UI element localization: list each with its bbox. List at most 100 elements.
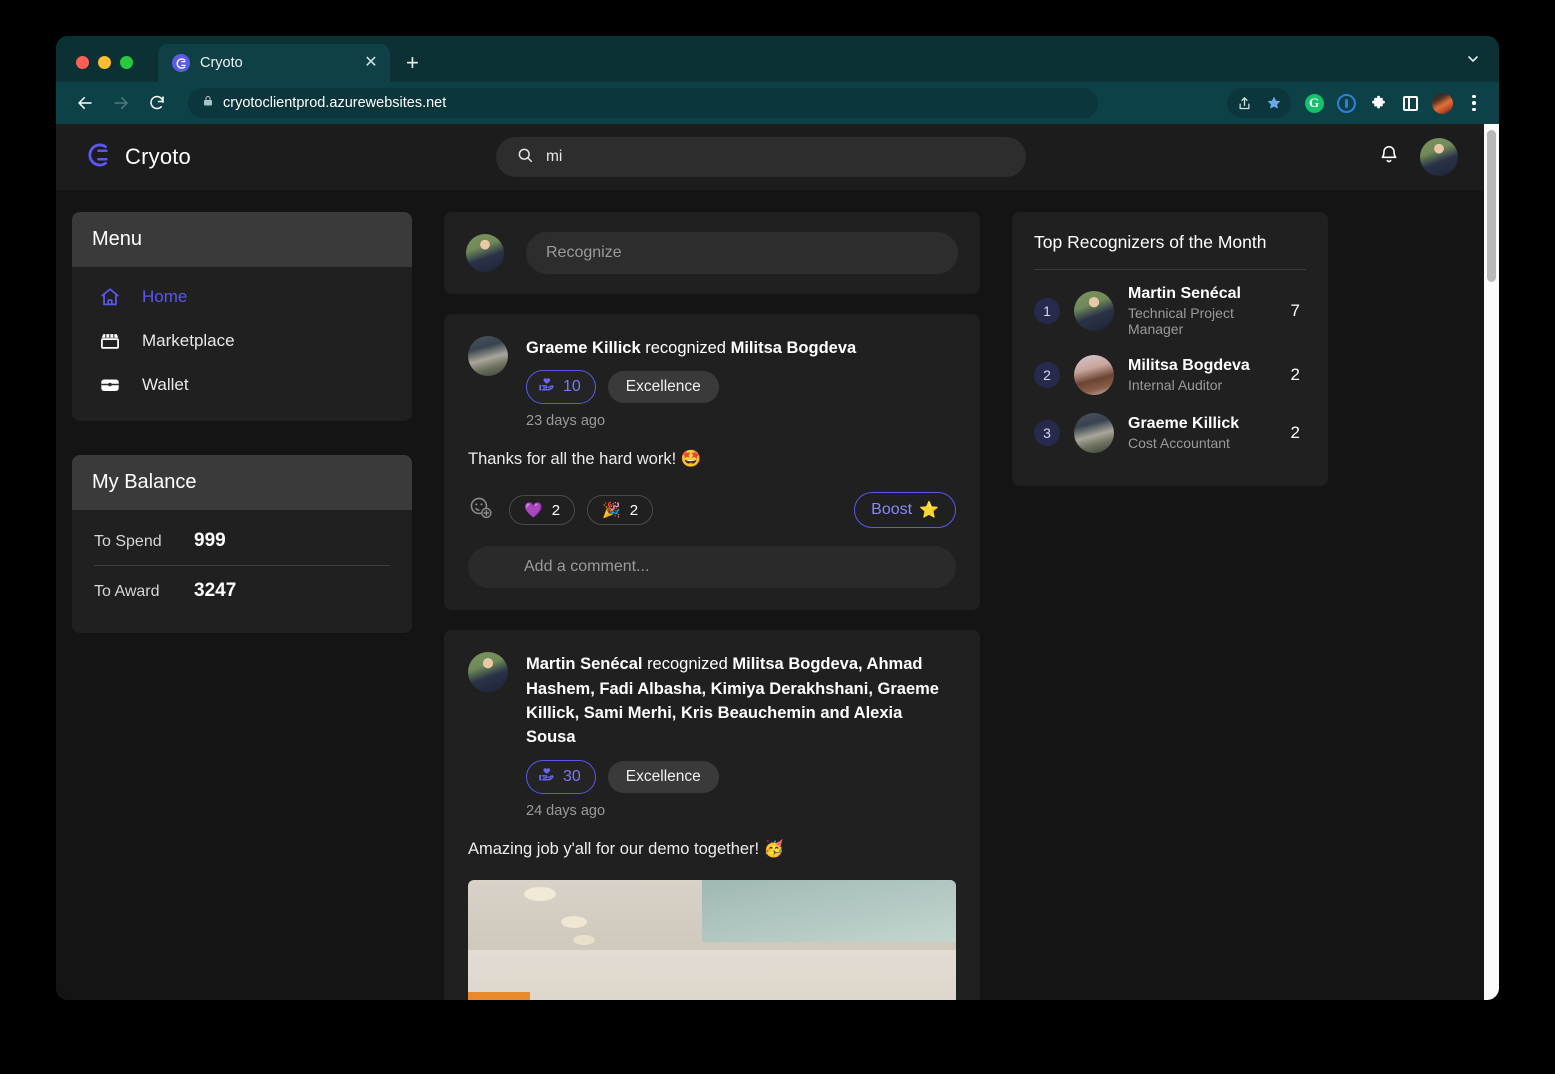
value-tag-badge[interactable]: Excellence <box>607 760 719 793</box>
sidebar: Menu Home Marketplace Wallet My Balance … <box>56 212 412 1000</box>
search-icon <box>516 146 534 169</box>
rank-badge: 1 <box>1034 298 1060 324</box>
coin-badge[interactable]: 10 <box>526 370 596 405</box>
post-photo[interactable]: CRYOTO KPMG <box>468 879 956 1000</box>
chrome-menu-icon[interactable] <box>1459 88 1489 118</box>
browser-tab[interactable]: Cryoto ✕ <box>158 44 390 82</box>
recognize-input[interactable]: Recognize <box>526 232 958 274</box>
post-reactions: 💜 2 🎉 2 Boost ⭐ <box>468 492 956 529</box>
bell-icon[interactable] <box>1378 144 1400 171</box>
app-header: Cryoto mi <box>56 124 1484 190</box>
extensions-puzzle-icon[interactable] <box>1363 88 1393 118</box>
star-icon: ⭐ <box>919 502 939 520</box>
header-right-actions <box>1378 138 1458 176</box>
balance-value: 999 <box>194 530 226 551</box>
right-rail: Top Recognizers of the Month 1 Martin Se… <box>1012 212 1384 1000</box>
address-bar[interactable]: cryotoclientprod.azurewebsites.net <box>188 88 1098 118</box>
share-bookmark-pill <box>1227 88 1291 118</box>
browser-tab-title: Cryoto <box>200 55 243 71</box>
coin-badge[interactable]: 30 <box>526 759 596 794</box>
sidebar-item-wallet[interactable]: Wallet <box>72 363 412 407</box>
value-tag-badge[interactable]: Excellence <box>607 371 719 404</box>
reaction-chip[interactable]: 🎉 2 <box>587 495 654 526</box>
lock-icon <box>202 94 214 113</box>
post-message: Thanks for all the hard work! 🤩 <box>468 450 702 469</box>
post-timestamp: 23 days ago <box>526 413 606 430</box>
close-window-button[interactable] <box>76 56 89 69</box>
bookmark-star-icon[interactable] <box>1259 88 1289 118</box>
share-icon[interactable] <box>1229 88 1259 118</box>
avatar <box>1074 413 1114 453</box>
side-panel-icon[interactable] <box>1395 88 1425 118</box>
app-brand-name: Cryoto <box>125 144 191 169</box>
avatar[interactable] <box>468 336 508 376</box>
post-author[interactable]: Graeme Killick <box>526 339 641 357</box>
main-content: Menu Home Marketplace Wallet My Balance … <box>56 190 1484 1000</box>
boost-button[interactable]: Boost ⭐ <box>854 492 956 529</box>
hand-holding-heart-icon <box>538 376 555 398</box>
recognition-count: 2 <box>1290 365 1300 384</box>
post-verb: recognized <box>647 655 728 674</box>
recognizer-role: Cost Accountant <box>1128 435 1230 451</box>
app-brand[interactable]: Cryoto <box>84 140 464 175</box>
avatar[interactable] <box>466 234 504 272</box>
browser-url-bar: cryotoclientprod.azurewebsites.net G <box>56 82 1499 124</box>
home-icon <box>98 286 122 308</box>
post-header: Graeme Killick recognized Militsa Bogdev… <box>468 336 956 429</box>
add-reaction-icon[interactable] <box>468 495 493 525</box>
browser-profile-avatar[interactable] <box>1427 88 1457 118</box>
new-tab-button[interactable]: + <box>406 52 419 74</box>
reaction-count: 2 <box>629 501 639 519</box>
post-timestamp: 24 days ago <box>526 802 606 819</box>
menu-title: Menu <box>72 212 412 267</box>
cryoto-logo-icon <box>172 54 190 72</box>
avatar[interactable] <box>1420 138 1458 176</box>
search-input[interactable]: mi <box>496 137 1026 177</box>
grammarly-extension-icon[interactable]: G <box>1299 88 1329 118</box>
recognition-count: 7 <box>1290 301 1300 320</box>
balance-row-to-spend: To Spend 999 <box>94 516 390 565</box>
post-recipients[interactable]: Militsa Bogdeva <box>731 339 857 357</box>
feed-column: Recognize Graeme Killick recognized Mili… <box>412 212 1012 1000</box>
post-title: Graeme Killick recognized Militsa Bogdev… <box>526 336 956 360</box>
list-item[interactable]: 3 Graeme Killick Cost Accountant 2 <box>1034 404 1306 462</box>
post-message: Amazing job y'all for our demo together!… <box>468 839 785 858</box>
onepassword-extension-icon[interactable] <box>1331 88 1361 118</box>
post-author[interactable]: Martin Senécal <box>526 655 642 673</box>
balance-label: To Spend <box>94 533 162 550</box>
post-verb: recognized <box>645 339 726 357</box>
post-title: Martin Senécal recognized Militsa Bogdev… <box>526 652 956 750</box>
list-item[interactable]: 2 Militsa Bogdeva Internal Auditor 2 <box>1034 346 1306 404</box>
sidebar-item-home[interactable]: Home <box>72 275 412 319</box>
reaction-chip[interactable]: 💜 2 <box>509 495 576 526</box>
menu-list: Home Marketplace Wallet <box>72 267 412 421</box>
recognizer-name: Graeme Killick <box>1128 415 1240 432</box>
list-item[interactable]: 1 Martin Senécal Technical Project Manag… <box>1034 276 1306 346</box>
search-wrapper: mi <box>496 137 1026 177</box>
wallet-icon <box>98 374 122 396</box>
sidebar-item-label: Home <box>142 287 188 306</box>
reaction-emoji: 💜 <box>524 502 543 520</box>
window-traffic-lights <box>76 56 133 69</box>
balance-label: To Award <box>94 583 160 600</box>
add-comment-input[interactable]: Add a comment... <box>468 546 956 589</box>
maximize-window-button[interactable] <box>120 56 133 69</box>
chevron-down-icon[interactable] <box>1465 51 1481 72</box>
reload-icon[interactable] <box>142 88 172 118</box>
recognize-composer: Recognize <box>444 212 980 294</box>
recognizer-name: Militsa Bogdeva <box>1128 357 1250 374</box>
scrollbar-thumb[interactable] <box>1487 130 1496 282</box>
top-recognizers-card: Top Recognizers of the Month 1 Martin Se… <box>1012 212 1328 486</box>
recognizer-role: Technical Project Manager <box>1128 305 1234 337</box>
sidebar-item-marketplace[interactable]: Marketplace <box>72 319 412 363</box>
close-tab-button[interactable]: ✕ <box>362 55 380 71</box>
avatar <box>1074 355 1114 395</box>
avatar[interactable] <box>468 652 508 693</box>
page-scrollbar[interactable] <box>1484 124 1499 1000</box>
post-header: Martin Senécal recognized Militsa Bogdev… <box>468 652 956 819</box>
minimize-window-button[interactable] <box>98 56 111 69</box>
coin-amount: 30 <box>563 767 581 785</box>
cryoto-app: Cryoto mi Menu Home Marketplace Wallet M… <box>56 124 1484 1000</box>
back-icon[interactable] <box>70 88 100 118</box>
forward-icon[interactable] <box>106 88 136 118</box>
